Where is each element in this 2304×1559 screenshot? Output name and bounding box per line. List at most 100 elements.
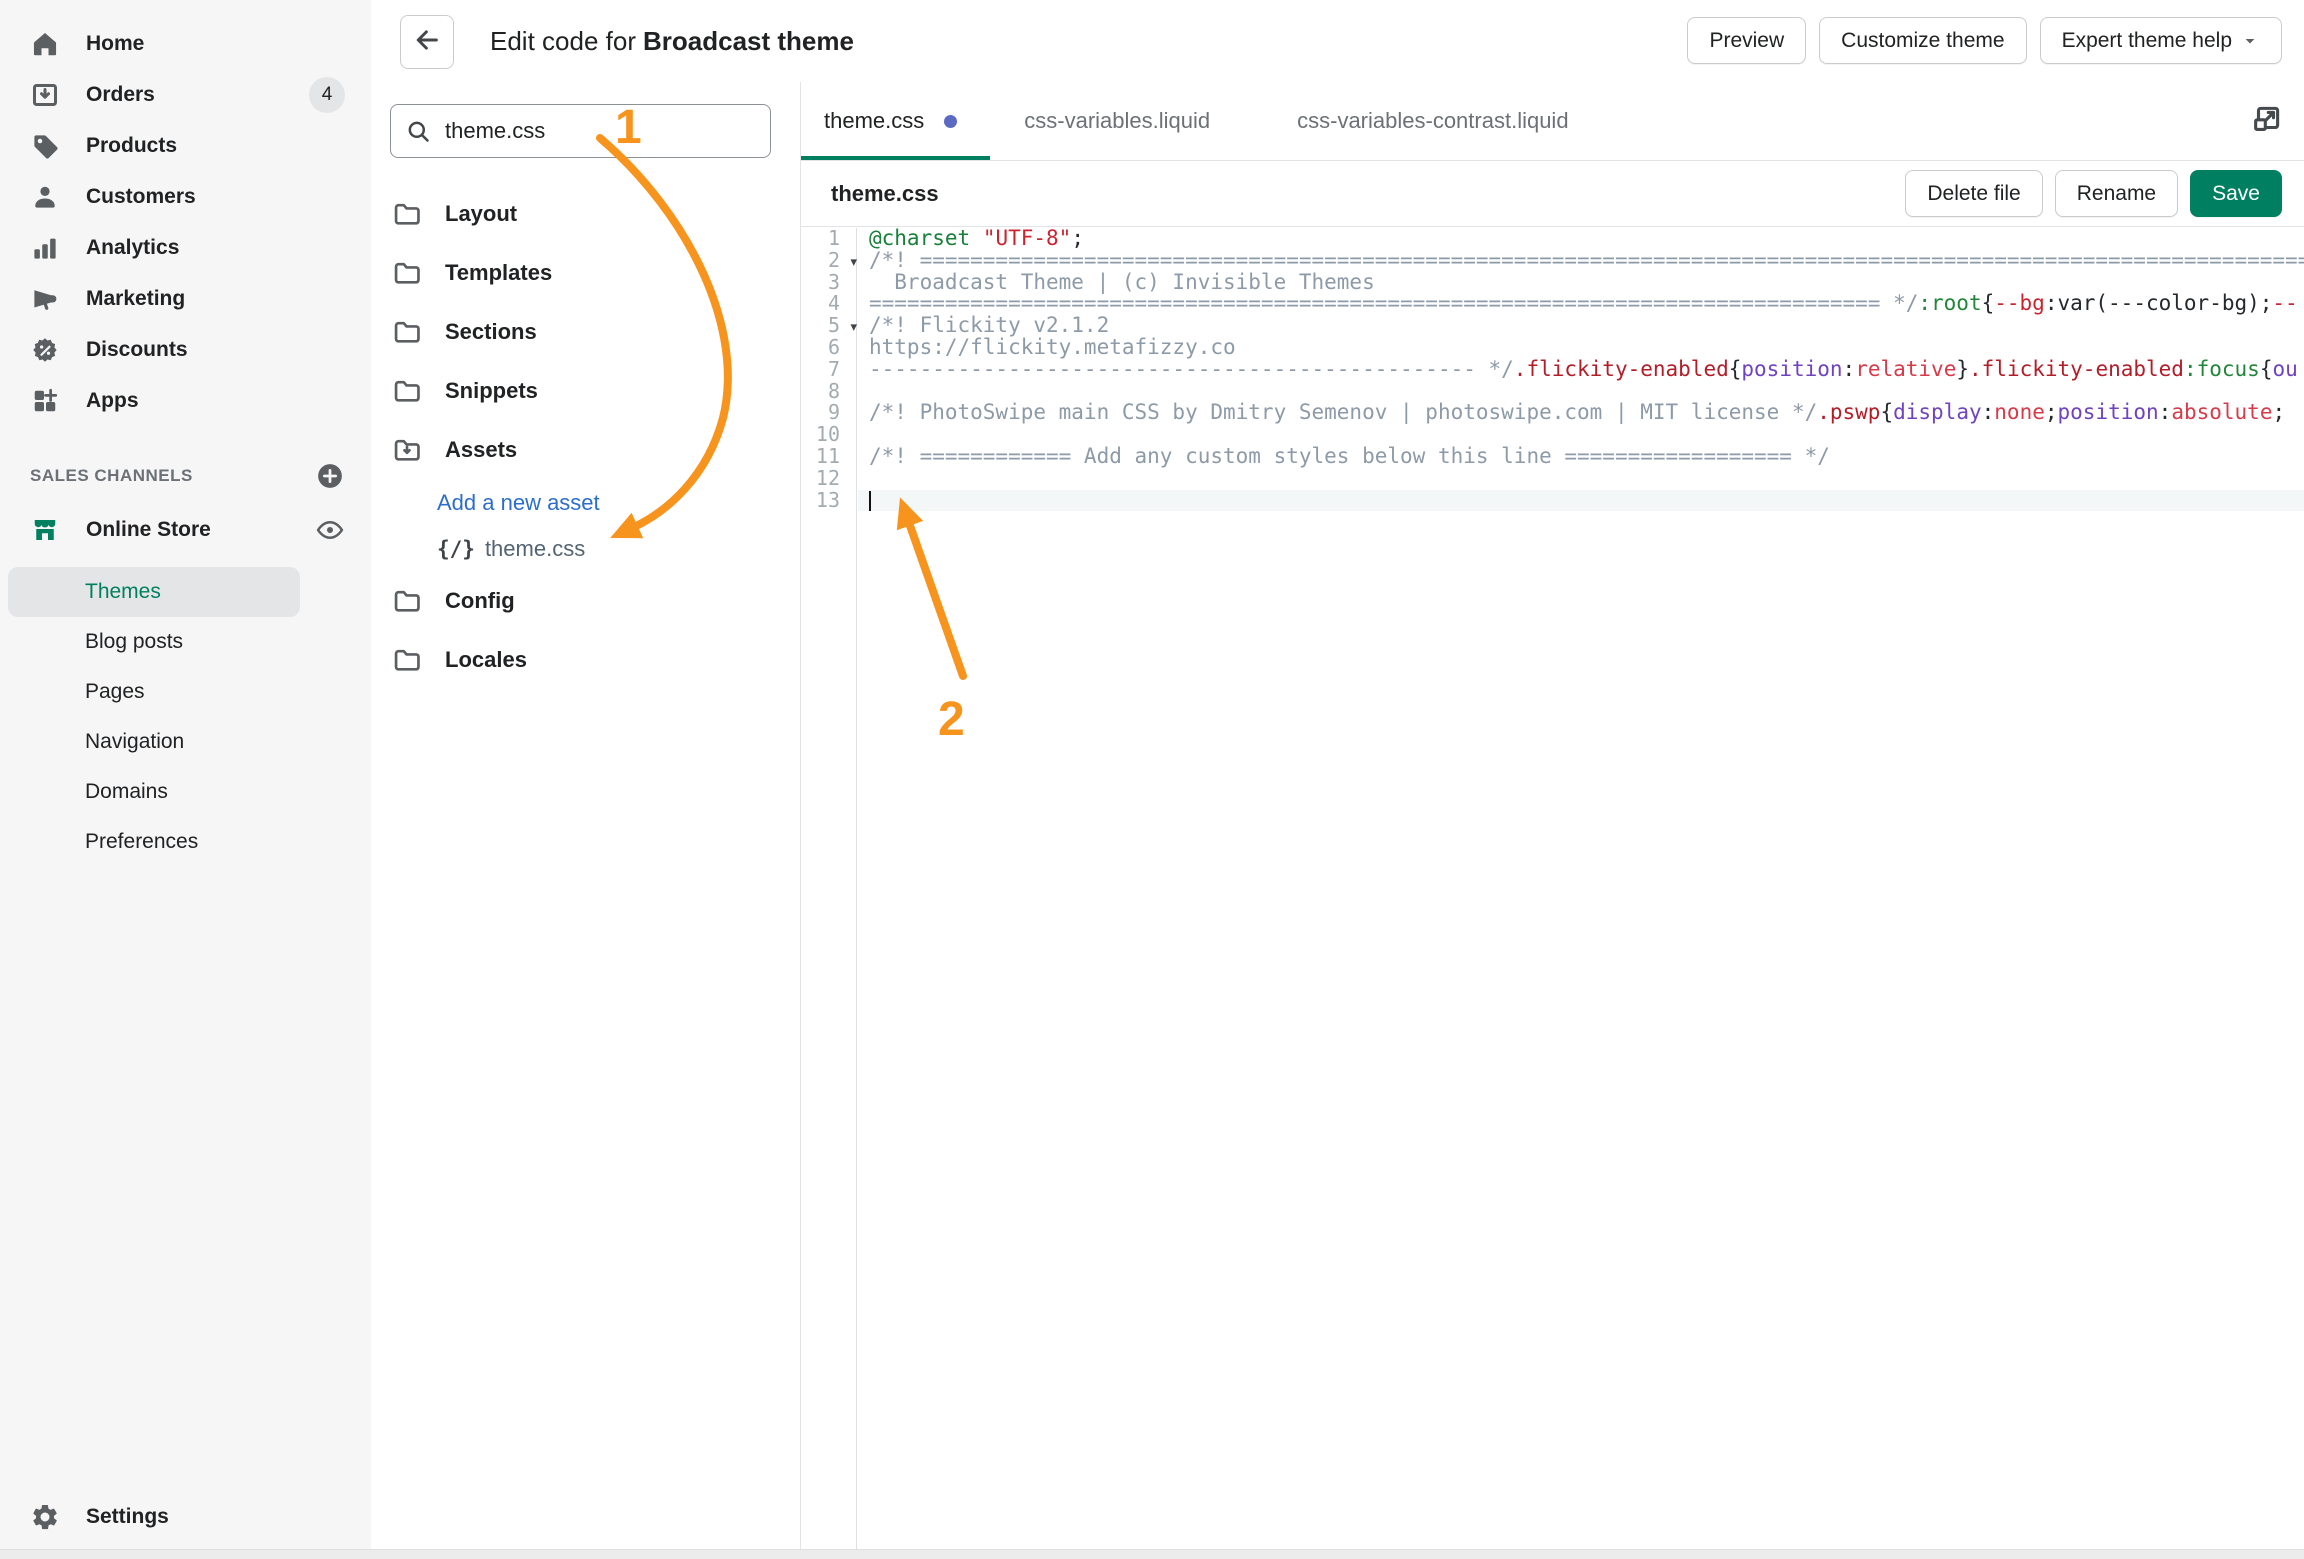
sidebar-item-domains[interactable]: Domains xyxy=(0,767,371,817)
line-number: 10 xyxy=(801,424,856,446)
chevron-down-icon xyxy=(2240,31,2260,51)
sidebar-item-online-store[interactable]: Online Store xyxy=(0,504,371,555)
folder-label: Locales xyxy=(445,647,527,673)
tab-theme-css[interactable]: theme.css xyxy=(801,82,957,160)
sidebar-item-navigation[interactable]: Navigation xyxy=(0,717,371,767)
header-actions: Preview Customize theme Expert theme hel… xyxy=(1687,17,2282,64)
line-number: 1 xyxy=(801,228,856,250)
products-icon xyxy=(30,131,60,161)
folder-icon xyxy=(391,585,423,617)
file-theme-css[interactable]: {/}theme.css xyxy=(371,527,800,571)
sales-channels-header: SALES CHANNELS xyxy=(0,454,371,498)
sidebar-item-pages[interactable]: Pages xyxy=(0,667,371,717)
sidebar-item-analytics[interactable]: Analytics xyxy=(0,222,371,273)
folder-label: Snippets xyxy=(445,378,538,404)
assets-folder-icon xyxy=(391,434,423,466)
folder-templates[interactable]: Templates xyxy=(371,243,800,302)
window-bottom-edge xyxy=(0,1549,2304,1559)
folder-assets[interactable]: Assets xyxy=(371,420,800,479)
sidebar-item-preferences[interactable]: Preferences xyxy=(0,817,371,867)
file-search-box[interactable] xyxy=(390,104,771,158)
sidebar-item-label: Settings xyxy=(86,1505,169,1529)
active-tab-underline xyxy=(801,156,990,160)
line-number: 7 xyxy=(801,359,856,381)
sidebar-item-label: Apps xyxy=(86,389,139,413)
code-line-2[interactable]: /*! ====================================… xyxy=(858,250,2304,272)
sidebar-item-orders[interactable]: Orders 4 xyxy=(0,69,371,120)
code-line-4[interactable]: ========================================… xyxy=(858,293,2304,315)
expand-editor-button[interactable] xyxy=(2244,98,2290,144)
sidebar-item-blog-posts[interactable]: Blog posts xyxy=(0,617,371,667)
page-title-prefix: Edit code for xyxy=(490,26,636,57)
folder-snippets[interactable]: Snippets xyxy=(371,361,800,420)
code-line-12[interactable] xyxy=(858,468,2304,490)
tab-css-variables-liquid[interactable]: css-variables.liquid xyxy=(1024,82,1210,160)
folder-icon xyxy=(391,257,423,289)
file-search-input[interactable] xyxy=(443,117,756,145)
search-icon xyxy=(405,118,432,145)
fold-arrow-icon[interactable]: ▾ xyxy=(850,252,857,274)
code-line-5[interactable]: /*! Flickity v2.1.2 xyxy=(858,315,2304,337)
add-new-asset-link[interactable]: Add a new asset xyxy=(371,479,800,527)
preview-button[interactable]: Preview xyxy=(1687,17,1806,64)
line-number: 3 xyxy=(801,272,856,294)
sidebar-item-settings[interactable]: Settings xyxy=(0,1492,371,1542)
line-number: 6 xyxy=(801,337,856,359)
sidebar-item-marketing[interactable]: Marketing xyxy=(0,273,371,324)
save-button[interactable]: Save xyxy=(2190,170,2282,217)
analytics-icon xyxy=(30,233,60,263)
code-line-6[interactable]: https://flickity.metafizzy.co xyxy=(858,337,2304,359)
line-number: 2▾ xyxy=(801,250,856,272)
orders-count-badge: 4 xyxy=(309,77,345,113)
sidebar-item-themes[interactable]: Themes xyxy=(8,567,300,617)
line-number: 13 xyxy=(801,490,856,512)
sidebar-item-products[interactable]: Products xyxy=(0,120,371,171)
delete-file-button[interactable]: Delete file xyxy=(1905,170,2042,217)
sidebar-item-label: Orders xyxy=(86,83,155,107)
file-label: theme.css xyxy=(485,536,585,562)
code-line-13[interactable] xyxy=(858,490,2304,512)
code-line-9[interactable]: /*! PhotoSwipe main CSS by Dmitry Semeno… xyxy=(858,402,2304,424)
line-number: 4 xyxy=(801,293,856,315)
view-store-eye-icon[interactable] xyxy=(315,515,345,545)
code-line-7[interactable]: ----------------------------------------… xyxy=(858,359,2304,381)
folder-sections[interactable]: Sections xyxy=(371,302,800,361)
header: Edit code for Broadcast theme Preview Cu… xyxy=(371,0,2304,83)
line-number: 12 xyxy=(801,468,856,490)
customers-icon xyxy=(30,182,60,212)
line-number: 8 xyxy=(801,381,856,403)
back-button[interactable] xyxy=(400,15,454,69)
sidebar-item-home[interactable]: Home xyxy=(0,18,371,69)
expert-theme-help-button[interactable]: Expert theme help xyxy=(2040,17,2282,64)
folder-label: Sections xyxy=(445,319,537,345)
sidebar-item-label: Products xyxy=(86,134,177,158)
code-line-11[interactable]: /*! ============ Add any custom styles b… xyxy=(858,446,2304,468)
code-line-3[interactable]: Broadcast Theme | (c) Invisible Themes xyxy=(858,272,2304,294)
folder-config[interactable]: Config xyxy=(371,571,800,630)
customize-theme-button[interactable]: Customize theme xyxy=(1819,17,2026,64)
code-line-10[interactable] xyxy=(858,424,2304,446)
rename-button[interactable]: Rename xyxy=(2055,170,2178,217)
editor-gutter: 12▾345▾678910111213 xyxy=(801,228,857,1559)
sidebar-item-discounts[interactable]: Discounts xyxy=(0,324,371,375)
line-number: 11 xyxy=(801,446,856,468)
expand-icon xyxy=(2250,102,2284,141)
add-sales-channel-icon[interactable] xyxy=(315,461,345,491)
marketing-icon xyxy=(30,284,60,314)
editor-file-title: theme.css xyxy=(831,181,939,207)
code-line-1[interactable]: @charset "UTF-8"; xyxy=(858,228,2304,250)
folder-label: Config xyxy=(445,588,515,614)
sidebar-item-label: Analytics xyxy=(86,236,179,260)
tab-css-variables-contrast-liquid[interactable]: css-variables-contrast.liquid xyxy=(1297,82,1568,160)
folder-layout[interactable]: Layout xyxy=(371,184,800,243)
sidebar-nav: Home Orders 4 Products Customers Analytics Mar… xyxy=(0,0,371,426)
fold-arrow-icon[interactable]: ▾ xyxy=(850,317,857,339)
folder-label: Assets xyxy=(445,437,517,463)
sidebar-item-label: Customers xyxy=(86,185,196,209)
code-line-8[interactable] xyxy=(858,381,2304,403)
discounts-icon xyxy=(30,335,60,365)
editor-lines[interactable]: @charset "UTF-8";/*! ===================… xyxy=(858,228,2304,1559)
folder-locales[interactable]: Locales xyxy=(371,630,800,689)
sidebar-item-apps[interactable]: Apps xyxy=(0,375,371,426)
sidebar-item-customers[interactable]: Customers xyxy=(0,171,371,222)
